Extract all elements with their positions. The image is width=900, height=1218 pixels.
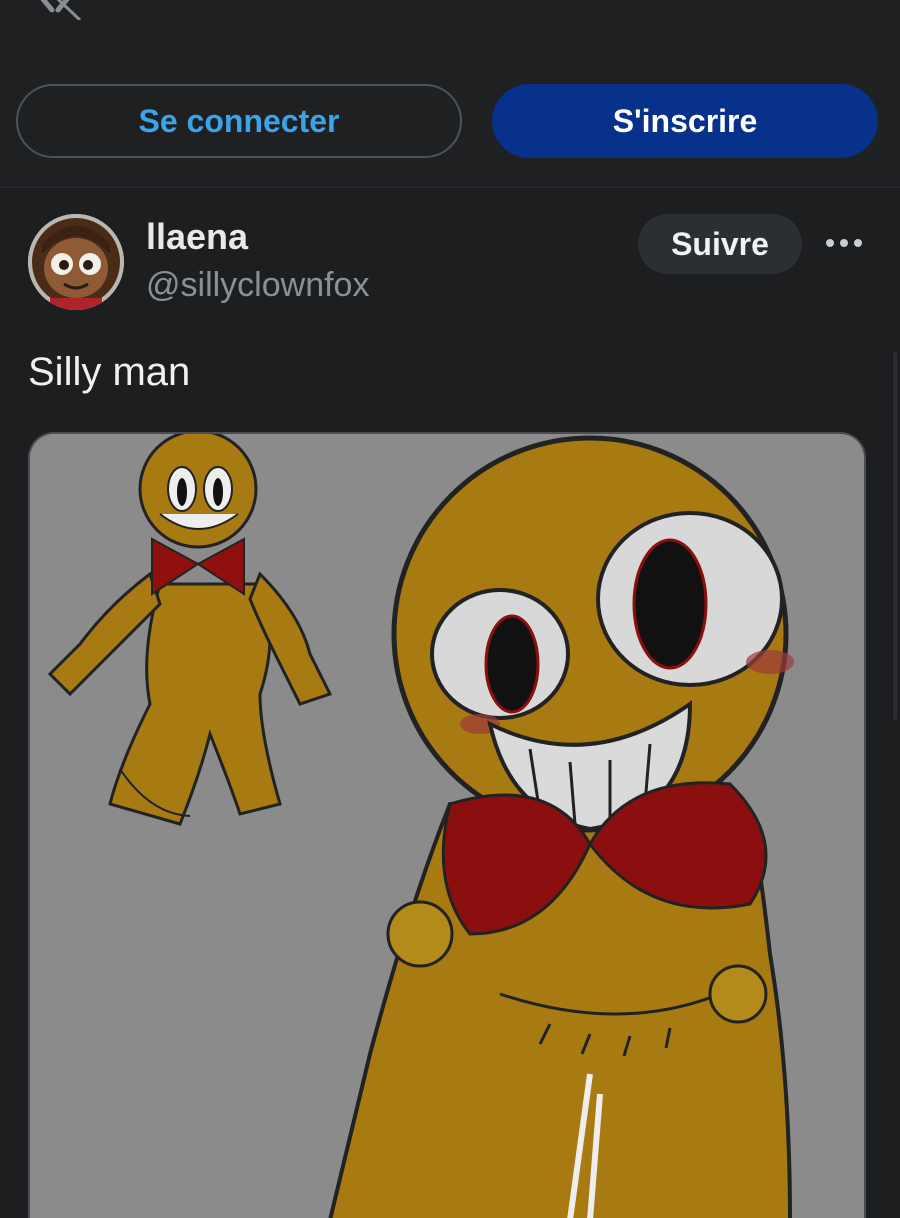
header-divider (0, 186, 900, 188)
login-button-label: Se connecter (138, 102, 340, 139)
avatar-illustration (28, 214, 124, 310)
follow-button[interactable]: Suivre (638, 214, 802, 274)
post-text: Silly man (28, 350, 191, 394)
author-name[interactable]: llaena (146, 216, 248, 258)
author-handle[interactable]: @sillyclownfox (146, 266, 369, 305)
follow-button-label: Suivre (671, 225, 769, 262)
scroll-edge-indicator (893, 352, 897, 720)
x-logo-icon[interactable] (28, 0, 84, 20)
avatar[interactable] (28, 214, 124, 310)
top-bar: Se connecter S'inscrire (0, 0, 900, 186)
signup-button[interactable]: S'inscrire (492, 84, 878, 158)
doll-drawing-illustration (30, 434, 864, 1218)
more-options-icon[interactable] (824, 234, 864, 252)
signup-button-label: S'inscrire (612, 102, 758, 139)
login-button[interactable]: Se connecter (16, 84, 462, 158)
post-media-image[interactable] (28, 432, 866, 1218)
